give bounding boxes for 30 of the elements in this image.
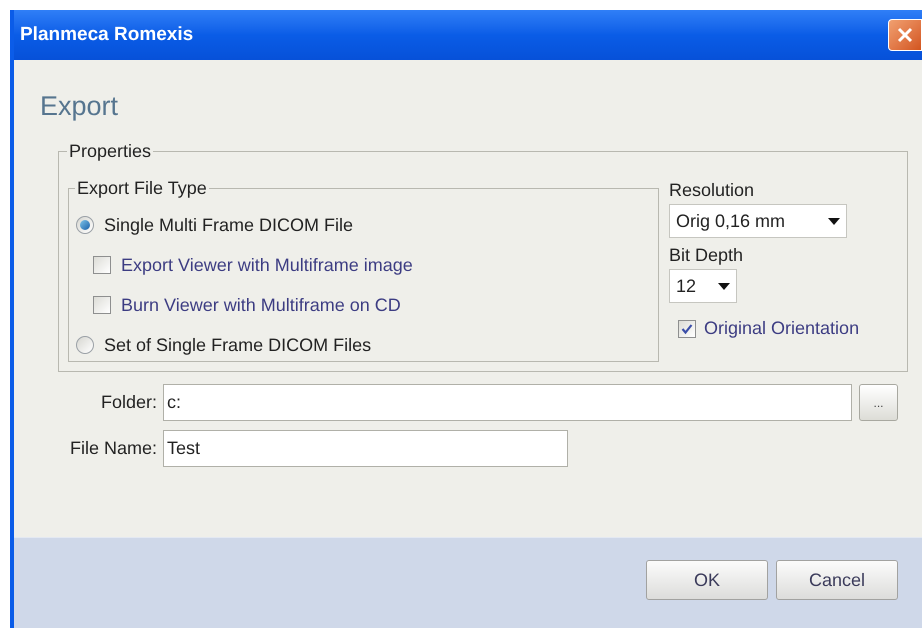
- radio-label: Set of Single Frame DICOM Files: [104, 334, 372, 357]
- checkbox[interactable]: [678, 320, 696, 338]
- radio-label: Single Multi Frame DICOM File: [104, 214, 354, 237]
- folder-label: Folder:: [100, 391, 157, 414]
- group-title: Properties: [68, 140, 152, 163]
- caret-icon: [718, 282, 730, 290]
- radio-button[interactable]: [76, 216, 94, 234]
- radio-button[interactable]: [76, 336, 94, 354]
- file-name-field[interactable]: Test: [163, 430, 568, 467]
- dialog-button[interactable]: Cancel: [776, 560, 898, 600]
- resolution-dropdown[interactable]: Orig 0,16 mm: [669, 204, 847, 238]
- checkbox[interactable]: [93, 256, 111, 274]
- dialog-heading: Export: [40, 90, 120, 123]
- checkbox-label: Original Orientation: [704, 317, 860, 340]
- bit-depth-label: Bit Depth: [669, 244, 744, 266]
- checkbox-label: Export Viewer with Multiframe image: [121, 254, 413, 277]
- group-title: Export File Type: [76, 177, 208, 200]
- checkbox[interactable]: [93, 296, 111, 314]
- browse-button[interactable]: ...: [859, 384, 898, 421]
- dialog-button[interactable]: OK: [646, 560, 768, 600]
- checkmark-icon: [681, 322, 693, 334]
- file-name-label: File Name:: [68, 437, 157, 460]
- checkbox-label: Burn Viewer with Multiframe on CD: [121, 294, 401, 316]
- close-icon: [896, 26, 914, 44]
- bit-depth-dropdown[interactable]: 12: [669, 269, 737, 303]
- resolution-label: Resolution: [669, 179, 756, 201]
- close-button[interactable]: [888, 19, 922, 51]
- caret-icon: [828, 218, 840, 224]
- folder-field[interactable]: c:: [163, 384, 852, 421]
- window-title: Planmeca Romexis: [20, 22, 194, 47]
